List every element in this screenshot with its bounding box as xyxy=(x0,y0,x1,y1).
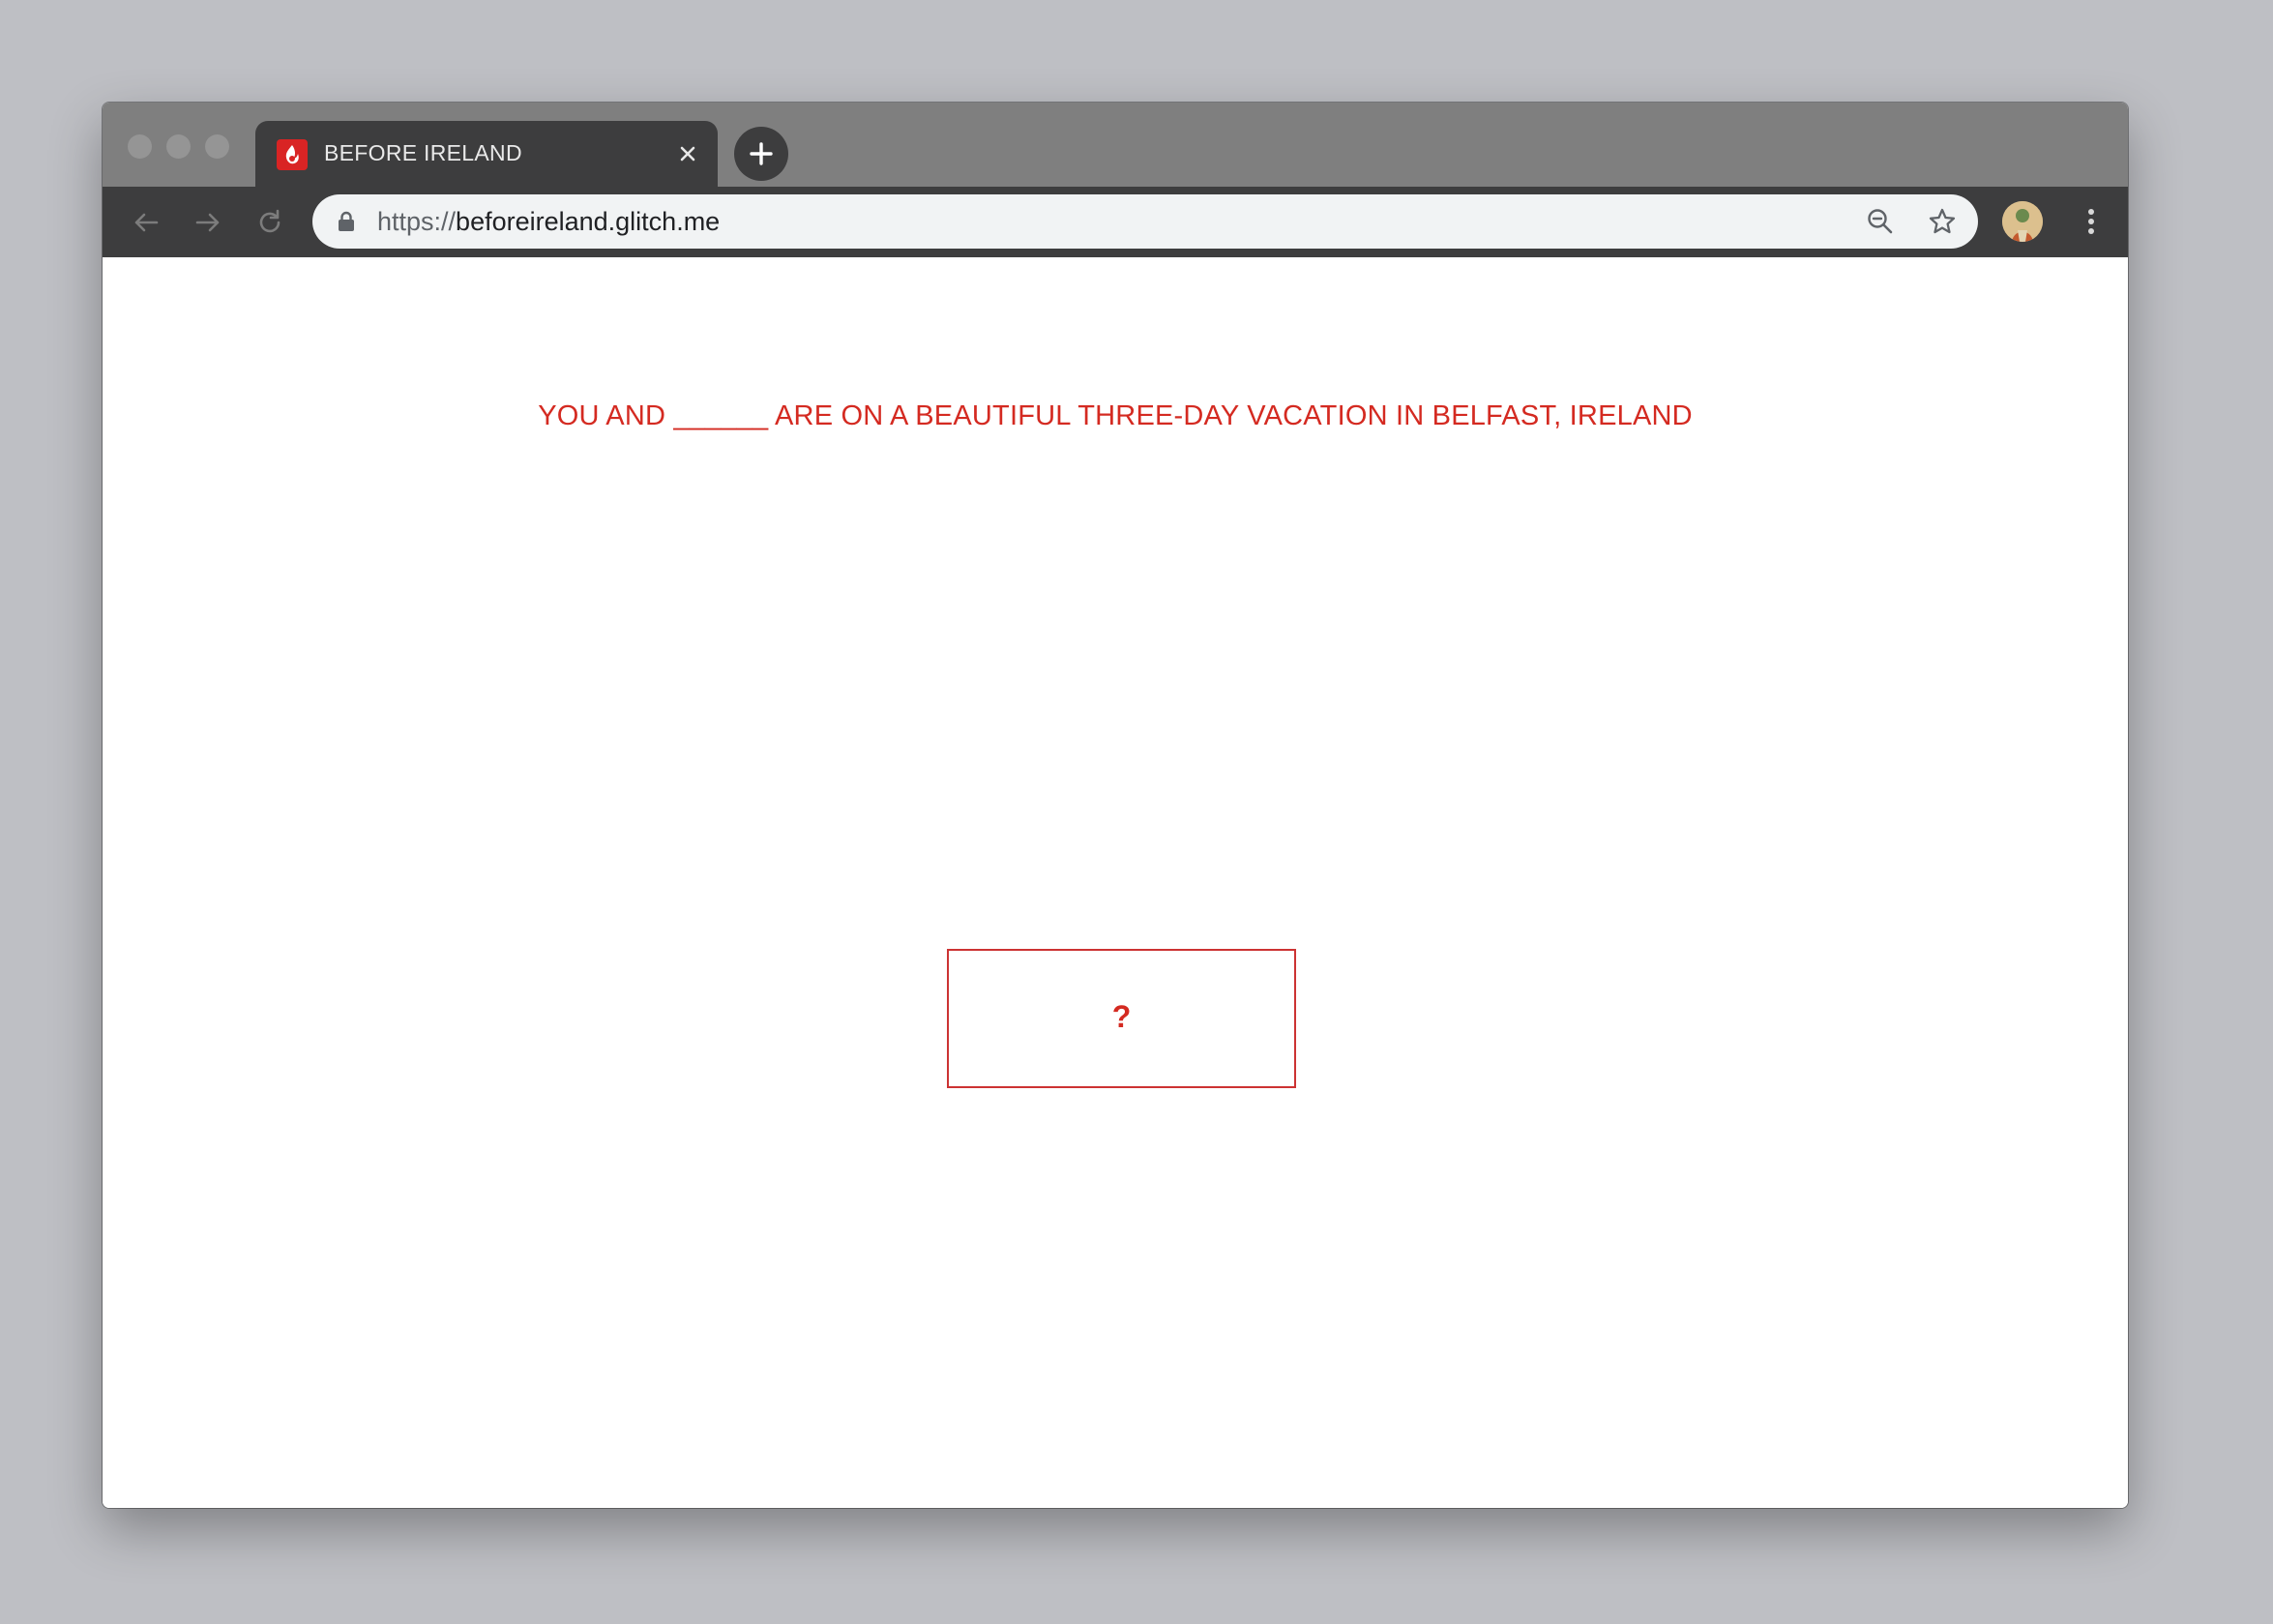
kebab-menu-icon[interactable] xyxy=(2072,202,2111,241)
lock-icon[interactable] xyxy=(337,211,356,232)
reload-icon[interactable] xyxy=(253,206,286,239)
address-bar[interactable]: https://beforeireland.glitch.me xyxy=(312,194,1978,249)
plus-icon xyxy=(750,142,773,165)
reveal-button[interactable]: ? xyxy=(947,949,1296,1088)
page-content: YOU AND ______ ARE ON A BEAUTIFUL THREE-… xyxy=(103,257,2128,1508)
browser-window: BEFORE IRELAND https://beforeireland.gli… xyxy=(103,103,2128,1508)
browser-toolbar: https://beforeireland.glitch.me xyxy=(103,187,2128,257)
avatar[interactable] xyxy=(2002,201,2043,242)
close-icon[interactable] xyxy=(675,141,700,166)
forward-arrow-icon[interactable] xyxy=(192,206,224,239)
url-text[interactable]: https://beforeireland.glitch.me xyxy=(377,207,720,237)
star-icon[interactable] xyxy=(1928,207,1957,236)
reveal-button-label: ? xyxy=(1111,999,1132,1034)
zoom-out-icon[interactable] xyxy=(1866,207,1895,236)
close-window-button[interactable] xyxy=(128,134,152,159)
page-headline: YOU AND ______ ARE ON A BEAUTIFUL THREE-… xyxy=(538,400,1693,431)
flame-favicon-icon xyxy=(277,139,308,170)
tab-title: BEFORE IRELAND xyxy=(324,140,522,165)
new-tab-button[interactable] xyxy=(734,127,788,181)
tab-before-ireland[interactable]: BEFORE IRELAND xyxy=(255,121,718,187)
zoom-window-button[interactable] xyxy=(205,134,229,159)
title-bar: BEFORE IRELAND xyxy=(103,103,2128,187)
minimize-window-button[interactable] xyxy=(166,134,191,159)
back-arrow-icon[interactable] xyxy=(130,206,162,239)
url-host: beforeireland.glitch.me xyxy=(456,207,721,236)
url-scheme: https:// xyxy=(377,207,457,236)
